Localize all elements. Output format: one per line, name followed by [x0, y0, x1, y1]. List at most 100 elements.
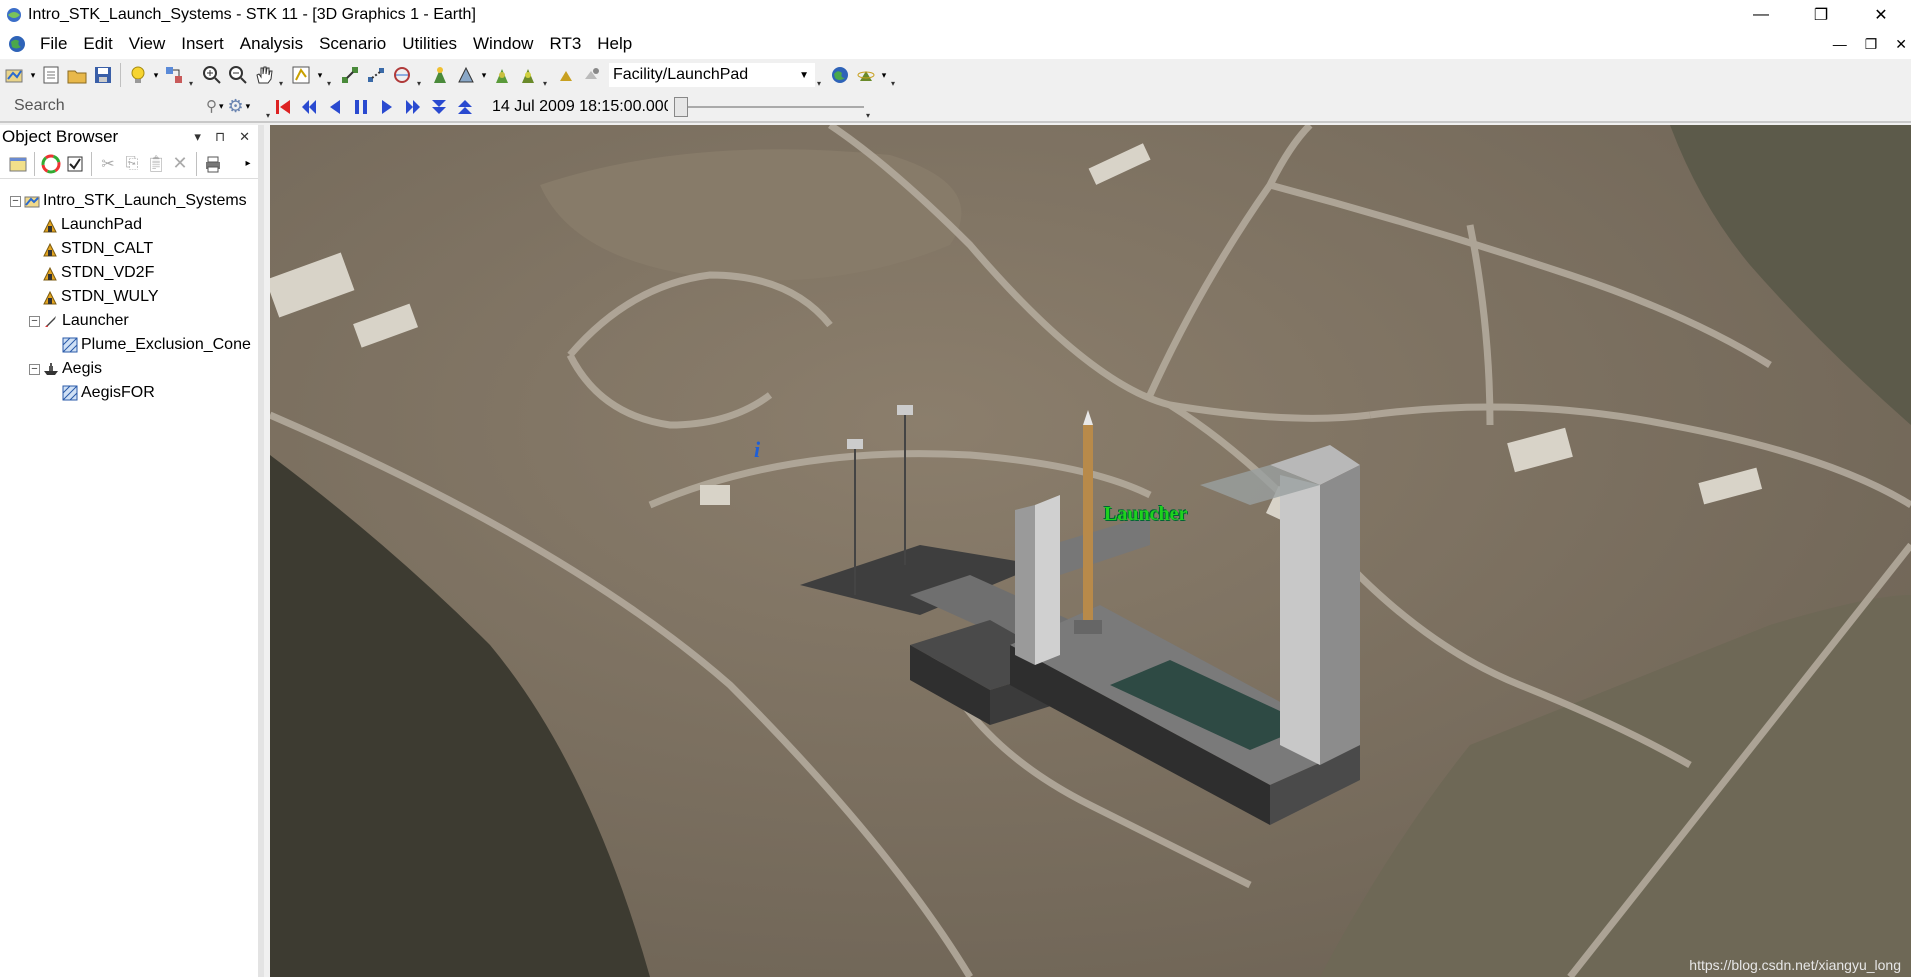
menu-analysis[interactable]: Analysis	[232, 34, 311, 54]
menu-file[interactable]: File	[32, 34, 75, 54]
tree-item[interactable]: − Aegis	[0, 357, 258, 381]
toolbar-grip[interactable]: ▾	[415, 62, 423, 88]
time-slider-thumb[interactable]	[674, 97, 688, 117]
tree-item[interactable]: STDN_WULY	[0, 285, 258, 309]
pin-icon[interactable]: ⊓	[215, 129, 225, 145]
animation-time-field[interactable]: 14 Jul 2009 18:15:00.000	[488, 95, 668, 119]
play-reverse-icon[interactable]	[323, 95, 347, 119]
view-to-icon[interactable]	[580, 63, 604, 87]
window-title: Intro_STK_Launch_Systems - STK 11 - [3D …	[28, 5, 476, 23]
step-forward-frame-icon[interactable]	[401, 95, 425, 119]
object-browser-toolbar: ✂ ⎘ 📋︎ ✕ ▸	[0, 149, 258, 179]
zoom-out-icon[interactable]	[226, 63, 250, 87]
dropdown-arrow-icon[interactable]: ▾	[29, 63, 37, 87]
pan-hand-icon[interactable]	[252, 63, 276, 87]
toolbar-grip[interactable]: ▾	[325, 62, 333, 88]
menu-scenario[interactable]: Scenario	[311, 34, 394, 54]
chain-access-icon[interactable]	[364, 63, 388, 87]
panel-close-icon[interactable]: ✕	[239, 129, 250, 145]
panel-menu-icon[interactable]: ▾	[194, 129, 201, 145]
dropdown-arrow-icon[interactable]: ▾	[152, 63, 160, 87]
tree-item[interactable]: LaunchPad	[0, 213, 258, 237]
maximize-button[interactable]: ❐	[1791, 0, 1851, 29]
reset-animation-icon[interactable]	[271, 95, 295, 119]
color-wheel-icon[interactable]	[40, 153, 62, 175]
coverage-icon[interactable]	[390, 63, 414, 87]
toolbar-grip[interactable]: ▾	[815, 62, 823, 88]
menu-window[interactable]: Window	[465, 34, 541, 54]
new-scenario-icon[interactable]	[3, 63, 27, 87]
dropdown-arrow-icon[interactable]: ▾	[246, 101, 251, 112]
toolbar-grip[interactable]: ▾	[889, 62, 897, 88]
home-view-icon[interactable]	[828, 63, 852, 87]
facility-icon[interactable]	[428, 63, 452, 87]
search-icon[interactable]: ⚲	[206, 97, 217, 115]
decrease-timestep-icon[interactable]	[427, 95, 451, 119]
view-object-select[interactable]: Facility/LaunchPad ▼	[609, 63, 815, 87]
zoom-in-icon[interactable]	[200, 63, 224, 87]
properties-view-icon[interactable]	[290, 63, 314, 87]
menu-rt3[interactable]: RT3	[541, 34, 589, 54]
object-browser-panel: Object Browser ▾ ⊓ ✕ ✂ ⎘ 📋︎ ✕ ▸ − Intro_S…	[0, 125, 264, 977]
checkbox-icon[interactable]	[64, 153, 86, 175]
open-folder-icon[interactable]	[65, 63, 89, 87]
menu-insert[interactable]: Insert	[173, 34, 232, 54]
tree-item[interactable]: − Launcher	[0, 309, 258, 333]
menu-view[interactable]: View	[121, 34, 174, 54]
access-icon[interactable]	[338, 63, 362, 87]
mdi-restore-button[interactable]: ❐	[1865, 36, 1878, 53]
toolbar-grip[interactable]: ▾	[187, 62, 195, 88]
tree-item[interactable]: Plume_Exclusion_Cone	[0, 333, 258, 357]
dropdown-arrow-icon[interactable]: ▾	[480, 63, 488, 87]
dropdown-arrow-icon[interactable]: ▾	[219, 101, 224, 112]
search-settings-gear-icon[interactable]: ⚙	[228, 96, 244, 117]
print-icon[interactable]	[202, 153, 224, 175]
new-object-icon[interactable]	[7, 153, 29, 175]
globe-icon[interactable]	[8, 35, 26, 53]
dropdown-arrow-icon[interactable]: ▾	[316, 63, 324, 87]
toolbar-grip[interactable]: ▾	[264, 94, 272, 120]
copy-icon[interactable]: ⎘	[121, 153, 143, 175]
toolbar-grip[interactable]: ▾	[277, 62, 285, 88]
overflow-chevron-icon[interactable]: ▸	[242, 153, 254, 175]
close-button[interactable]: ✕	[1851, 0, 1911, 29]
new-document-icon[interactable]	[39, 63, 63, 87]
3d-graphics-window[interactable]: i Launcher https://blog.csdn.net/xiangyu…	[270, 125, 1911, 977]
menu-utilities[interactable]: Utilities	[394, 34, 465, 54]
menu-help[interactable]: Help	[589, 34, 640, 54]
toolbar-grip[interactable]: ▾	[864, 94, 872, 120]
tree-item[interactable]: − Intro_STK_Launch_Systems	[0, 189, 258, 213]
minimize-button[interactable]: —	[1731, 0, 1791, 29]
launcher-object-label[interactable]: Launcher	[1104, 503, 1187, 526]
orbit-view-icon[interactable]	[854, 63, 878, 87]
tree-collapse-toggle[interactable]: −	[29, 363, 40, 375]
delete-icon[interactable]: ✕	[169, 153, 191, 175]
mdi-minimize-button[interactable]: —	[1833, 36, 1847, 52]
view-from-icon[interactable]	[554, 63, 578, 87]
lightbulb-icon[interactable]	[126, 63, 150, 87]
menu-edit[interactable]: Edit	[75, 34, 120, 54]
object-properties-icon[interactable]	[162, 63, 186, 87]
sensor-icon[interactable]	[454, 63, 478, 87]
place-icon[interactable]	[516, 63, 540, 87]
chevron-down-icon[interactable]: ▼	[799, 70, 809, 81]
tree-item[interactable]: AegisFOR	[0, 381, 258, 405]
tree-item[interactable]: STDN_CALT	[0, 237, 258, 261]
toolbar-grip[interactable]: ▾	[541, 62, 549, 88]
tree-item[interactable]: STDN_VD2F	[0, 261, 258, 285]
save-icon[interactable]	[91, 63, 115, 87]
step-back-frame-icon[interactable]	[297, 95, 321, 119]
paste-icon[interactable]: 📋︎	[145, 153, 167, 175]
cut-icon[interactable]: ✂	[97, 153, 119, 175]
mdi-close-button[interactable]: ✕	[1895, 36, 1907, 53]
tree-collapse-toggle[interactable]: −	[29, 315, 40, 327]
tree-collapse-toggle[interactable]: −	[10, 195, 21, 207]
pause-icon[interactable]	[349, 95, 373, 119]
target-icon[interactable]	[490, 63, 514, 87]
time-slider[interactable]	[674, 95, 864, 119]
info-marker-icon[interactable]: i	[754, 437, 760, 463]
play-forward-icon[interactable]	[375, 95, 399, 119]
increase-timestep-icon[interactable]	[453, 95, 477, 119]
search-input[interactable]	[6, 94, 206, 118]
dropdown-arrow-icon[interactable]: ▾	[880, 63, 888, 87]
